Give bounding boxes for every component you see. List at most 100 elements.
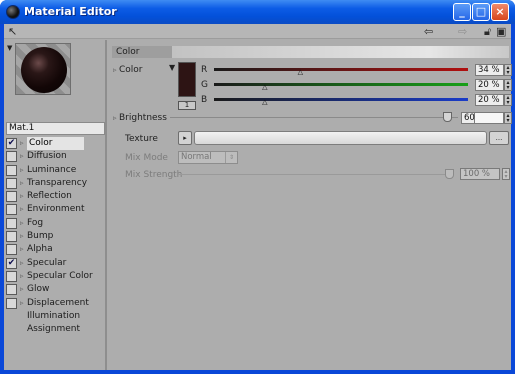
channel-checkbox[interactable] xyxy=(6,177,17,189)
brightness-label: Brightness xyxy=(119,113,167,123)
channel-item-color[interactable]: ✔ ▹ Color xyxy=(6,137,106,150)
material-preview[interactable] xyxy=(15,43,71,95)
channel-label: Reflection xyxy=(27,191,72,202)
channel-checkbox[interactable] xyxy=(6,164,17,176)
channel-item-fog[interactable]: ▹ Fog xyxy=(6,217,106,230)
brightness-slider[interactable] xyxy=(170,117,458,118)
green-spinner[interactable]: ▴ ▾ xyxy=(504,79,512,91)
brightness-expand-icon[interactable]: ▹ xyxy=(113,114,117,122)
texture-label: Texture xyxy=(125,134,158,144)
title-bar[interactable]: Material Editor _ □ × xyxy=(0,0,515,24)
blue-spinner[interactable]: ▴ ▾ xyxy=(504,94,512,106)
mix-mode-value: Normal xyxy=(181,152,212,162)
forward-arrow-icon[interactable]: ⇨ xyxy=(458,25,467,38)
texture-browse-button[interactable]: ... xyxy=(489,131,509,145)
channel-arrow-icon: ▹ xyxy=(20,258,24,267)
color-picker-button[interactable]: 1 xyxy=(178,101,196,110)
texture-path-field[interactable] xyxy=(194,131,487,145)
channel-label: Transparency xyxy=(27,177,88,188)
channel-label: Diffusion xyxy=(27,151,67,162)
green-slider-thumb[interactable]: △ xyxy=(261,84,269,91)
channel-checkbox[interactable] xyxy=(6,244,17,256)
window-icon[interactable]: ▣ xyxy=(496,25,506,38)
channel-item-assignment[interactable]: Assignment xyxy=(6,323,106,336)
channel-label: Assignment xyxy=(27,324,80,335)
color-settings-panel: Color ▹ Color ▼ 1 R △ 34 % ▴ ▾ G △ 20 % ▴… xyxy=(110,40,512,370)
channel-item-transparency[interactable]: ▹ Transparency xyxy=(6,177,106,190)
channel-checkbox[interactable] xyxy=(6,284,17,296)
channel-item-displacement[interactable]: ▹ Displacement xyxy=(6,297,106,310)
channel-checkbox[interactable] xyxy=(6,297,17,309)
maximize-button[interactable]: □ xyxy=(472,3,490,21)
close-button[interactable]: × xyxy=(491,3,509,21)
back-arrow-icon[interactable]: ⇦ xyxy=(424,25,433,38)
pointer-tool-icon[interactable]: ↖ xyxy=(8,25,17,38)
channel-item-specular-color[interactable]: ▹ Specular Color xyxy=(6,270,106,283)
brightness-value-field[interactable]: 60 xyxy=(461,112,475,124)
channel-checkbox[interactable] xyxy=(6,191,17,203)
blue-value-field[interactable]: 20 % xyxy=(475,94,504,106)
channel-panel: ▼ Mat.1 ✔ ▹ Color ▹ Diffusion ▹ Luminance ▹ Tran… xyxy=(4,40,107,370)
mix-strength-slider-thumb[interactable] xyxy=(445,169,454,179)
mix-mode-select[interactable]: Normal ⇕ xyxy=(178,151,238,164)
channel-item-illumination[interactable]: Illumination xyxy=(6,310,106,323)
channel-label: Glow xyxy=(27,284,50,295)
green-value-field[interactable]: 20 % xyxy=(475,79,504,91)
channel-checkbox[interactable]: ✔ xyxy=(6,138,17,149)
channel-item-reflection[interactable]: ▹ Reflection xyxy=(6,190,106,203)
channel-checkbox[interactable] xyxy=(6,151,17,163)
section-header: Color xyxy=(112,46,509,58)
color-expand-icon[interactable]: ▹ xyxy=(113,66,117,74)
channel-label: Bump xyxy=(27,231,54,242)
green-slider[interactable] xyxy=(214,83,468,86)
blue-slider[interactable] xyxy=(214,98,468,101)
brightness-input-box[interactable] xyxy=(475,112,504,124)
red-spinner[interactable]: ▴ ▾ xyxy=(504,64,512,76)
preview-menu-arrow-icon[interactable]: ▼ xyxy=(7,44,12,52)
channel-item-specular[interactable]: ✔ ▹ Specular xyxy=(6,257,106,270)
channel-checkbox[interactable] xyxy=(6,204,17,216)
mix-strength-value-field[interactable]: 100 % xyxy=(460,168,500,180)
brightness-spinner[interactable]: ▴ ▾ xyxy=(504,112,512,124)
channel-label: Specular Color xyxy=(27,270,93,281)
channel-item-bump[interactable]: ▹ Bump xyxy=(6,230,106,243)
channel-arrow-icon: ▹ xyxy=(20,232,24,241)
channel-label: Luminance xyxy=(27,164,77,175)
material-name-field[interactable]: Mat.1 xyxy=(6,122,105,135)
mix-mode-label: Mix Mode xyxy=(125,153,168,163)
channel-item-diffusion[interactable]: ▹ Diffusion xyxy=(6,150,106,163)
brightness-slider-thumb[interactable] xyxy=(442,112,452,122)
preview-sphere xyxy=(21,47,67,93)
channel-label: Fog xyxy=(27,217,44,228)
channel-item-alpha[interactable]: ▹ Alpha xyxy=(6,243,106,256)
minimize-button[interactable]: _ xyxy=(453,3,471,21)
blue-label: B xyxy=(201,95,208,105)
channel-checkbox[interactable] xyxy=(6,270,17,282)
channel-checkbox[interactable] xyxy=(6,231,17,243)
channel-item-environment[interactable]: ▹ Environment xyxy=(6,203,106,216)
channel-arrow-icon: ▹ xyxy=(20,152,24,161)
color-dropdown-icon[interactable]: ▼ xyxy=(169,63,175,72)
red-slider-thumb[interactable]: △ xyxy=(296,69,304,76)
channel-item-luminance[interactable]: ▹ Luminance xyxy=(6,164,106,177)
mix-strength-slider[interactable] xyxy=(178,174,454,175)
channel-item-glow[interactable]: ▹ Glow xyxy=(6,283,106,296)
blue-slider-thumb[interactable]: △ xyxy=(261,99,269,106)
client-area: ↖ ⇦ ⇨ 🔓︎ ▣ ▼ Mat.1 ✔ ▹ Color ▹ Diffusion ▹ Lum… xyxy=(4,24,512,370)
texture-menu-button[interactable]: ▸ xyxy=(178,131,192,145)
mix-mode-dropdown-icon: ⇕ xyxy=(225,152,237,163)
lock-icon[interactable]: 🔓︎ xyxy=(484,25,491,38)
channel-label: Specular xyxy=(27,257,67,268)
channel-arrow-icon: ▹ xyxy=(20,298,24,307)
red-slider[interactable] xyxy=(214,68,468,71)
channel-arrow-icon: ▹ xyxy=(20,178,24,187)
channel-arrow-icon: ▹ xyxy=(20,165,24,174)
red-value-field[interactable]: 34 % xyxy=(475,64,504,76)
channel-arrow-icon: ▹ xyxy=(20,245,24,254)
color-label: Color xyxy=(119,65,143,75)
channel-arrow-icon: ▹ xyxy=(20,271,24,280)
color-swatch[interactable] xyxy=(178,62,196,97)
channel-checkbox[interactable]: ✔ xyxy=(6,257,17,269)
mix-strength-spinner[interactable]: ▴ ▾ xyxy=(502,168,510,180)
channel-checkbox[interactable] xyxy=(6,217,17,229)
